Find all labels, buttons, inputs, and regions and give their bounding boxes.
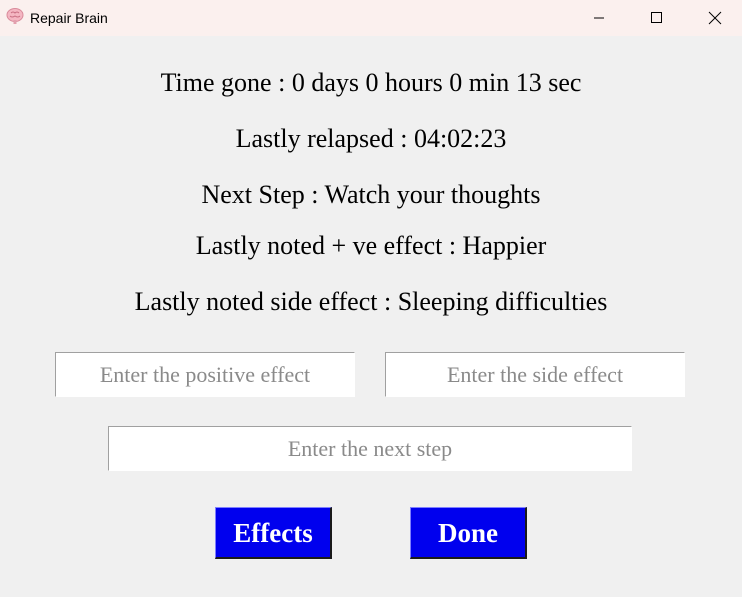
brain-icon	[6, 7, 24, 25]
positive-effect-input[interactable]	[55, 352, 355, 397]
done-button[interactable]: Done	[410, 507, 527, 559]
title-bar[interactable]: Repair Brain	[0, 0, 742, 36]
close-button[interactable]	[686, 0, 742, 36]
minimize-icon	[594, 17, 604, 19]
next-step-input[interactable]	[108, 426, 632, 471]
window-title: Repair Brain	[30, 10, 108, 26]
app-window: Repair Brain Time gone : 0 days 0 hours …	[0, 0, 742, 597]
maximize-button[interactable]	[628, 0, 686, 36]
positive-effect-label: Lastly noted + ve effect : Happier	[195, 231, 547, 260]
time-gone-label: Time gone : 0 days 0 hours 0 min 13 sec	[160, 68, 582, 97]
close-icon	[708, 11, 722, 25]
maximize-icon	[651, 12, 662, 23]
next-step-label: Next Step : Watch your thoughts	[201, 180, 541, 209]
last-relapse-label: Lastly relapsed : 04:02:23	[235, 124, 507, 153]
minimize-button[interactable]	[570, 0, 628, 36]
effects-button[interactable]: Effects	[215, 507, 332, 559]
side-effect-input[interactable]	[385, 352, 685, 397]
side-effect-label: Lastly noted side effect : Sleeping diff…	[134, 287, 608, 316]
